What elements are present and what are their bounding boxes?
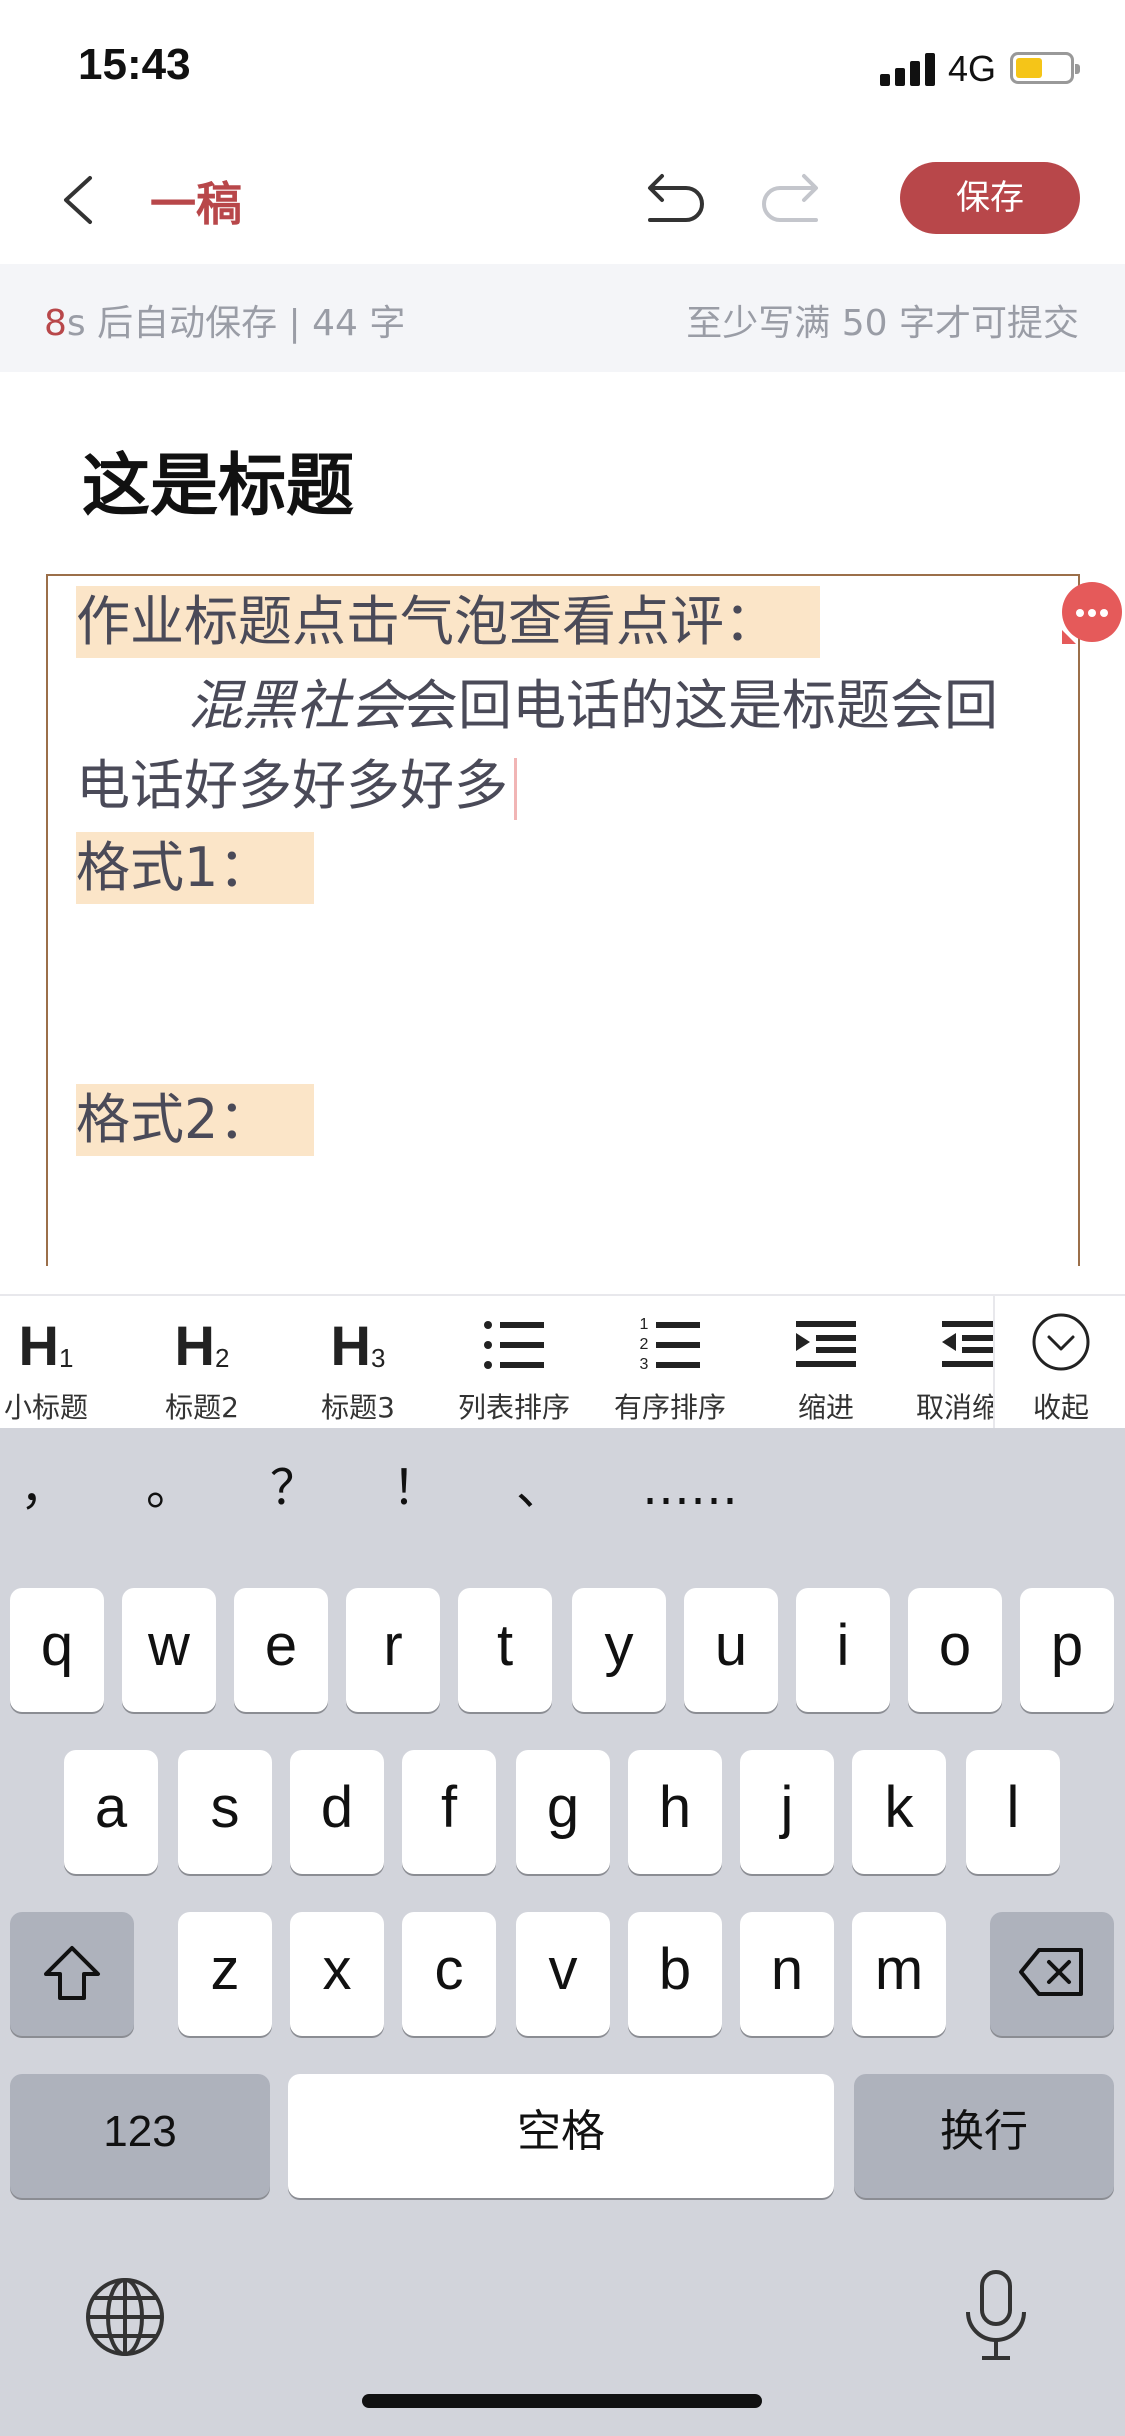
- content-editor[interactable]: 作业标题点击气泡查看点评： 混黑社会会回电话的这是标题会回 电话好多好多好多 格…: [46, 574, 1080, 1266]
- key-h[interactable]: h: [628, 1750, 722, 1874]
- tool-ordered-list[interactable]: 1 2 3 有序排序: [592, 1296, 748, 1428]
- tool-h2[interactable]: H2 标题2: [124, 1296, 280, 1428]
- svg-text:2: 2: [640, 1336, 649, 1353]
- key-y[interactable]: y: [572, 1588, 666, 1712]
- format-toolbar: H1 小标题 H2 标题2 H3 标题3 列表排序 1 2 3 有序排序 缩进 …: [0, 1294, 1125, 1428]
- key-n[interactable]: n: [740, 1912, 834, 2036]
- save-button[interactable]: 保存: [900, 162, 1080, 234]
- punct-key[interactable]: ……: [630, 1428, 750, 1548]
- punct-key[interactable]: ？: [264, 1428, 324, 1548]
- punct-key[interactable]: ！: [386, 1428, 446, 1548]
- autosave-status: 8s 后自动保存 | 44 字: [44, 294, 405, 346]
- key-z[interactable]: z: [178, 1912, 272, 2036]
- globe-icon[interactable]: [84, 2276, 166, 2358]
- format-1-label: 格式1：: [76, 832, 315, 904]
- chevron-down-circle-icon: [1032, 1313, 1090, 1371]
- key-k[interactable]: k: [852, 1750, 946, 1874]
- key-d[interactable]: d: [290, 1750, 384, 1874]
- text-cursor: [514, 758, 517, 821]
- svg-text:3: 3: [640, 1356, 649, 1373]
- body-text: 会回电话的这是标题会回: [404, 674, 998, 737]
- tool-h3[interactable]: H3 标题3: [280, 1296, 436, 1428]
- key-a[interactable]: a: [64, 1750, 158, 1874]
- info-bar: 8s 后自动保存 | 44 字 至少写满 50 字才可提交: [0, 264, 1125, 372]
- tool-indent[interactable]: 缩进: [748, 1296, 904, 1428]
- microphone-icon[interactable]: [960, 2268, 1032, 2364]
- bullet-list-icon: [436, 1310, 592, 1380]
- status-bar: 15:43 4G: [0, 0, 1125, 140]
- punct-key[interactable]: ，: [14, 1428, 74, 1548]
- comment-bubble-icon[interactable]: [1062, 582, 1122, 644]
- indent-icon: [748, 1310, 904, 1380]
- backspace-icon: [1019, 1948, 1083, 1996]
- assignment-heading: 作业标题点击气泡查看点评：: [76, 586, 820, 658]
- numbers-key[interactable]: 123: [10, 2074, 270, 2198]
- tool-label: 收起: [1032, 1391, 1089, 1424]
- tool-label: 有序排序: [613, 1391, 726, 1424]
- body-text: 电话好多好多好多: [76, 754, 508, 817]
- redo-icon[interactable]: [756, 170, 828, 230]
- collapse-toolbar-button[interactable]: 收起: [993, 1296, 1125, 1428]
- key-r[interactable]: r: [346, 1588, 440, 1712]
- key-l[interactable]: l: [966, 1750, 1060, 1874]
- body-line: 电话好多好多好多: [76, 750, 517, 822]
- signal-icon: [880, 52, 936, 86]
- key-b[interactable]: b: [628, 1912, 722, 2036]
- key-i[interactable]: i: [796, 1588, 890, 1712]
- status-time: 15:43: [78, 40, 191, 89]
- keyboard: ， 。 ？ ！ 、 …… q w e r t y u i o p a s d f…: [0, 1428, 1125, 2436]
- article-title[interactable]: 这是标题: [82, 430, 354, 529]
- battery-icon: [1010, 52, 1080, 84]
- key-v[interactable]: v: [516, 1912, 610, 2036]
- word-count-hint: 至少写满 50 字才可提交: [686, 303, 1079, 344]
- autosave-text: s 后自动保存 | 44 字: [66, 303, 406, 344]
- key-f[interactable]: f: [402, 1750, 496, 1874]
- key-c[interactable]: c: [402, 1912, 496, 2036]
- punct-key[interactable]: 。: [140, 1428, 200, 1548]
- key-q[interactable]: q: [10, 1588, 104, 1712]
- punct-key[interactable]: 、: [510, 1428, 570, 1548]
- key-w[interactable]: w: [122, 1588, 216, 1712]
- draft-title: 一稿: [150, 177, 242, 231]
- shift-key[interactable]: [10, 1912, 134, 2036]
- tool-label: 小标题: [3, 1391, 88, 1424]
- heading-3-icon: H3: [330, 1313, 386, 1377]
- body-line: 混黑社会会回电话的这是标题会回: [188, 670, 998, 742]
- ordered-list-icon: 1 2 3: [592, 1310, 748, 1380]
- heading-2-icon: H2: [174, 1313, 230, 1377]
- shift-icon: [44, 1946, 100, 2000]
- autosave-countdown: 8: [44, 303, 67, 344]
- key-o[interactable]: o: [908, 1588, 1002, 1712]
- nav-bar: 一稿 保存: [0, 140, 1125, 264]
- tool-label: 标题3: [321, 1391, 395, 1424]
- tool-label: 缩进: [797, 1391, 854, 1424]
- home-indicator: [362, 2394, 762, 2408]
- key-j[interactable]: j: [740, 1750, 834, 1874]
- key-x[interactable]: x: [290, 1912, 384, 2036]
- tool-label: 标题2: [165, 1391, 239, 1424]
- key-t[interactable]: t: [458, 1588, 552, 1712]
- format-2-label: 格式2：: [76, 1084, 315, 1156]
- backspace-key[interactable]: [990, 1912, 1114, 2036]
- back-icon[interactable]: [52, 170, 112, 230]
- heading-1-icon: H1: [18, 1313, 74, 1377]
- italic-text: 混黑社会: [188, 674, 404, 737]
- tool-bullet-list[interactable]: 列表排序: [436, 1296, 592, 1428]
- key-m[interactable]: m: [852, 1912, 946, 2036]
- key-p[interactable]: p: [1020, 1588, 1114, 1712]
- undo-icon[interactable]: [638, 170, 710, 230]
- key-s[interactable]: s: [178, 1750, 272, 1874]
- key-u[interactable]: u: [684, 1588, 778, 1712]
- return-key[interactable]: 换行: [854, 2074, 1114, 2198]
- key-e[interactable]: e: [234, 1588, 328, 1712]
- network-type: 4G: [948, 48, 997, 89]
- tool-label: 列表排序: [457, 1391, 570, 1424]
- tool-h1[interactable]: H1 小标题: [0, 1296, 124, 1428]
- space-key[interactable]: 空格: [288, 2074, 834, 2198]
- svg-text:1: 1: [640, 1316, 649, 1333]
- key-g[interactable]: g: [516, 1750, 610, 1874]
